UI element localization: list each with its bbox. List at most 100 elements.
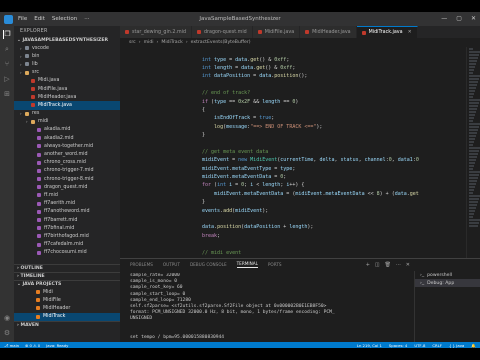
minimap-line [469,222,479,224]
minimap-line [469,171,480,173]
panel-tab[interactable]: PROBLEMS [130,262,153,267]
tree-item[interactable]: › src [14,69,120,77]
tree-item[interactable]: › res [14,110,120,118]
more-actions-icon[interactable]: ··· [396,262,401,268]
minimap-line [469,162,475,164]
menu-selection[interactable]: Selection [52,16,77,22]
tree-item[interactable]: MidiHeader.java [14,93,120,101]
tree-item[interactable]: chrono_cross.mid [14,159,120,167]
timeline-section-header[interactable]: › TIMELINE [14,272,120,280]
tree-item[interactable]: ff7barrett.mid [14,216,120,224]
menu-more[interactable]: ··· [84,16,89,22]
tree-item[interactable]: ff7birthofagod.mid [14,232,120,240]
tree-item[interactable]: chrono-trigger-7.mid [14,167,120,175]
tree-item[interactable]: ff7anotheword.mid [14,208,120,216]
java-tree-item[interactable]: MidiTrack [14,312,120,321]
terminal-list-item[interactable]: ›_ powershell [415,271,480,279]
run-debug-icon[interactable]: ▷ [3,75,12,84]
breadcrumb-item[interactable]: extractEvents(ByteBuffer) [191,40,251,45]
tree-item[interactable]: akadia2.mid [14,134,120,142]
java-tree-item[interactable]: MidiFile [14,296,120,304]
close-icon[interactable]: ✕ [471,15,476,22]
status-item[interactable]: CRLF [432,343,442,348]
status-item[interactable]: Ln 219, Col 1 [357,343,382,348]
minimap-line [469,111,476,113]
minimap-line [469,135,476,137]
minimap-line [469,207,476,209]
tree-item[interactable]: › lib [14,60,120,68]
tree-item[interactable]: › vscode [14,44,120,52]
tree-item[interactable]: ff.mid [14,191,120,199]
status-item[interactable]: UTF-8 [414,343,425,348]
tree-item[interactable]: another_word.mid [14,150,120,158]
editor-tab[interactable]: MidiFile.java [252,26,301,38]
breadcrumb-item[interactable]: src [129,40,136,45]
status-item[interactable]: 🔔 [471,343,476,348]
java-tree-item[interactable]: Midi [14,288,120,296]
tree-item[interactable]: MidiFile.java [14,85,120,93]
maximize-icon[interactable]: ▢ [456,15,462,22]
minimap[interactable] [466,47,480,258]
code-text: // midi event [202,249,242,256]
tree-item[interactable]: ff7aerith.mid [14,200,120,208]
close-panel-icon[interactable]: ✕ [406,262,410,268]
minimize-icon[interactable]: — [441,15,447,22]
project-section-header[interactable]: ⌄ JAVASAMPLEBASEDSYNTHESIZER [14,36,120,44]
search-icon[interactable]: ⌕ [3,45,12,54]
minimap-line [469,108,477,110]
outline-section-header[interactable]: › OUTLINE [14,264,120,272]
source-control-icon[interactable]: ⑂ [3,60,12,69]
tree-item[interactable]: ff7cafedalm.mid [14,241,120,249]
editor-tab[interactable]: star_dewing_gin.2.mid [120,26,192,38]
tree-item[interactable]: › bin [14,52,120,60]
editor-tab[interactable]: MidiTrack.java ✕ [356,26,418,38]
panel-tab[interactable]: TERMINAL [236,261,258,268]
code-line: isEndOfTrack = true; [120,114,466,122]
tree-item[interactable]: Midi.java [14,77,120,85]
terminal-list-item[interactable]: ›_ Debug: App [415,279,480,287]
tree-item[interactable]: ff7bfinal.mid [14,224,120,232]
menu-edit[interactable]: Edit [34,16,45,22]
tree-item[interactable]: dragon_quest.mid [14,183,120,191]
status-item[interactable]: ⊗ 0 ⚠ 0 [25,343,40,348]
code-text: events.add(midiEvent); [202,207,269,214]
tree-item-label: ff7chocosumi.mid [44,250,87,256]
tree-item-label: res [32,111,40,117]
status-item[interactable]: Java: Ready [46,343,68,348]
file-icon [37,177,41,182]
code-line: events.add(midiEvent); [120,206,466,214]
editor-tab[interactable]: MidiHeader.java [300,26,357,38]
settings-gear-icon[interactable]: ⚙ [3,329,12,338]
tree-item[interactable]: ff7chocosumi.mid [14,249,120,257]
code-view[interactable]: int type = data.get() & 0xff; int length … [120,47,466,258]
minimap-line [469,159,476,161]
java-projects-section-header[interactable]: ⌄ JAVA PROJECTS [14,280,120,288]
status-item[interactable]: ⎇ main [4,343,19,348]
account-icon[interactable]: ◉ [3,314,12,323]
java-tree-item[interactable]: MidiHeader [14,304,120,312]
tree-item[interactable]: › midi [14,118,120,126]
panel-tab[interactable]: OUTPUT [163,262,180,267]
panel-tab[interactable]: DEBUG CONSOLE [190,262,227,267]
extensions-icon[interactable]: ⊞ [3,90,12,99]
breadcrumb-item[interactable]: midi [144,40,154,45]
java-tree-item-label: MidiTrack [43,314,66,320]
new-terminal-icon[interactable]: + [366,262,370,268]
kill-terminal-icon[interactable]: 🗑 [385,262,391,268]
tree-item[interactable]: akadia.mid [14,126,120,134]
status-item[interactable]: { } Java [449,343,464,348]
explorer-icon[interactable]: ❐ [2,30,12,39]
tree-item[interactable]: MidiTrack.java [14,101,120,110]
split-terminal-icon[interactable]: ◫ [375,262,380,268]
tree-item[interactable]: chrono-trigger-8.mid [14,175,120,183]
panel-tab[interactable]: PORTS [268,262,282,267]
tree-item[interactable]: always-together.mid [14,142,120,150]
minimap-line [469,198,479,200]
editor-tab[interactable]: dragon-quest.mid [192,26,253,38]
status-item[interactable]: Spaces: 4 [389,343,407,348]
close-tab-icon[interactable]: ✕ [408,30,412,35]
breadcrumb-item[interactable]: MidiTrack [161,40,182,45]
menu-file[interactable]: File [18,16,27,22]
maven-section-header[interactable]: › MAVEN [14,320,120,329]
terminal-output[interactable]: sample_rate= 32000 sample_is_mono= 0 sampl… [130,273,400,340]
